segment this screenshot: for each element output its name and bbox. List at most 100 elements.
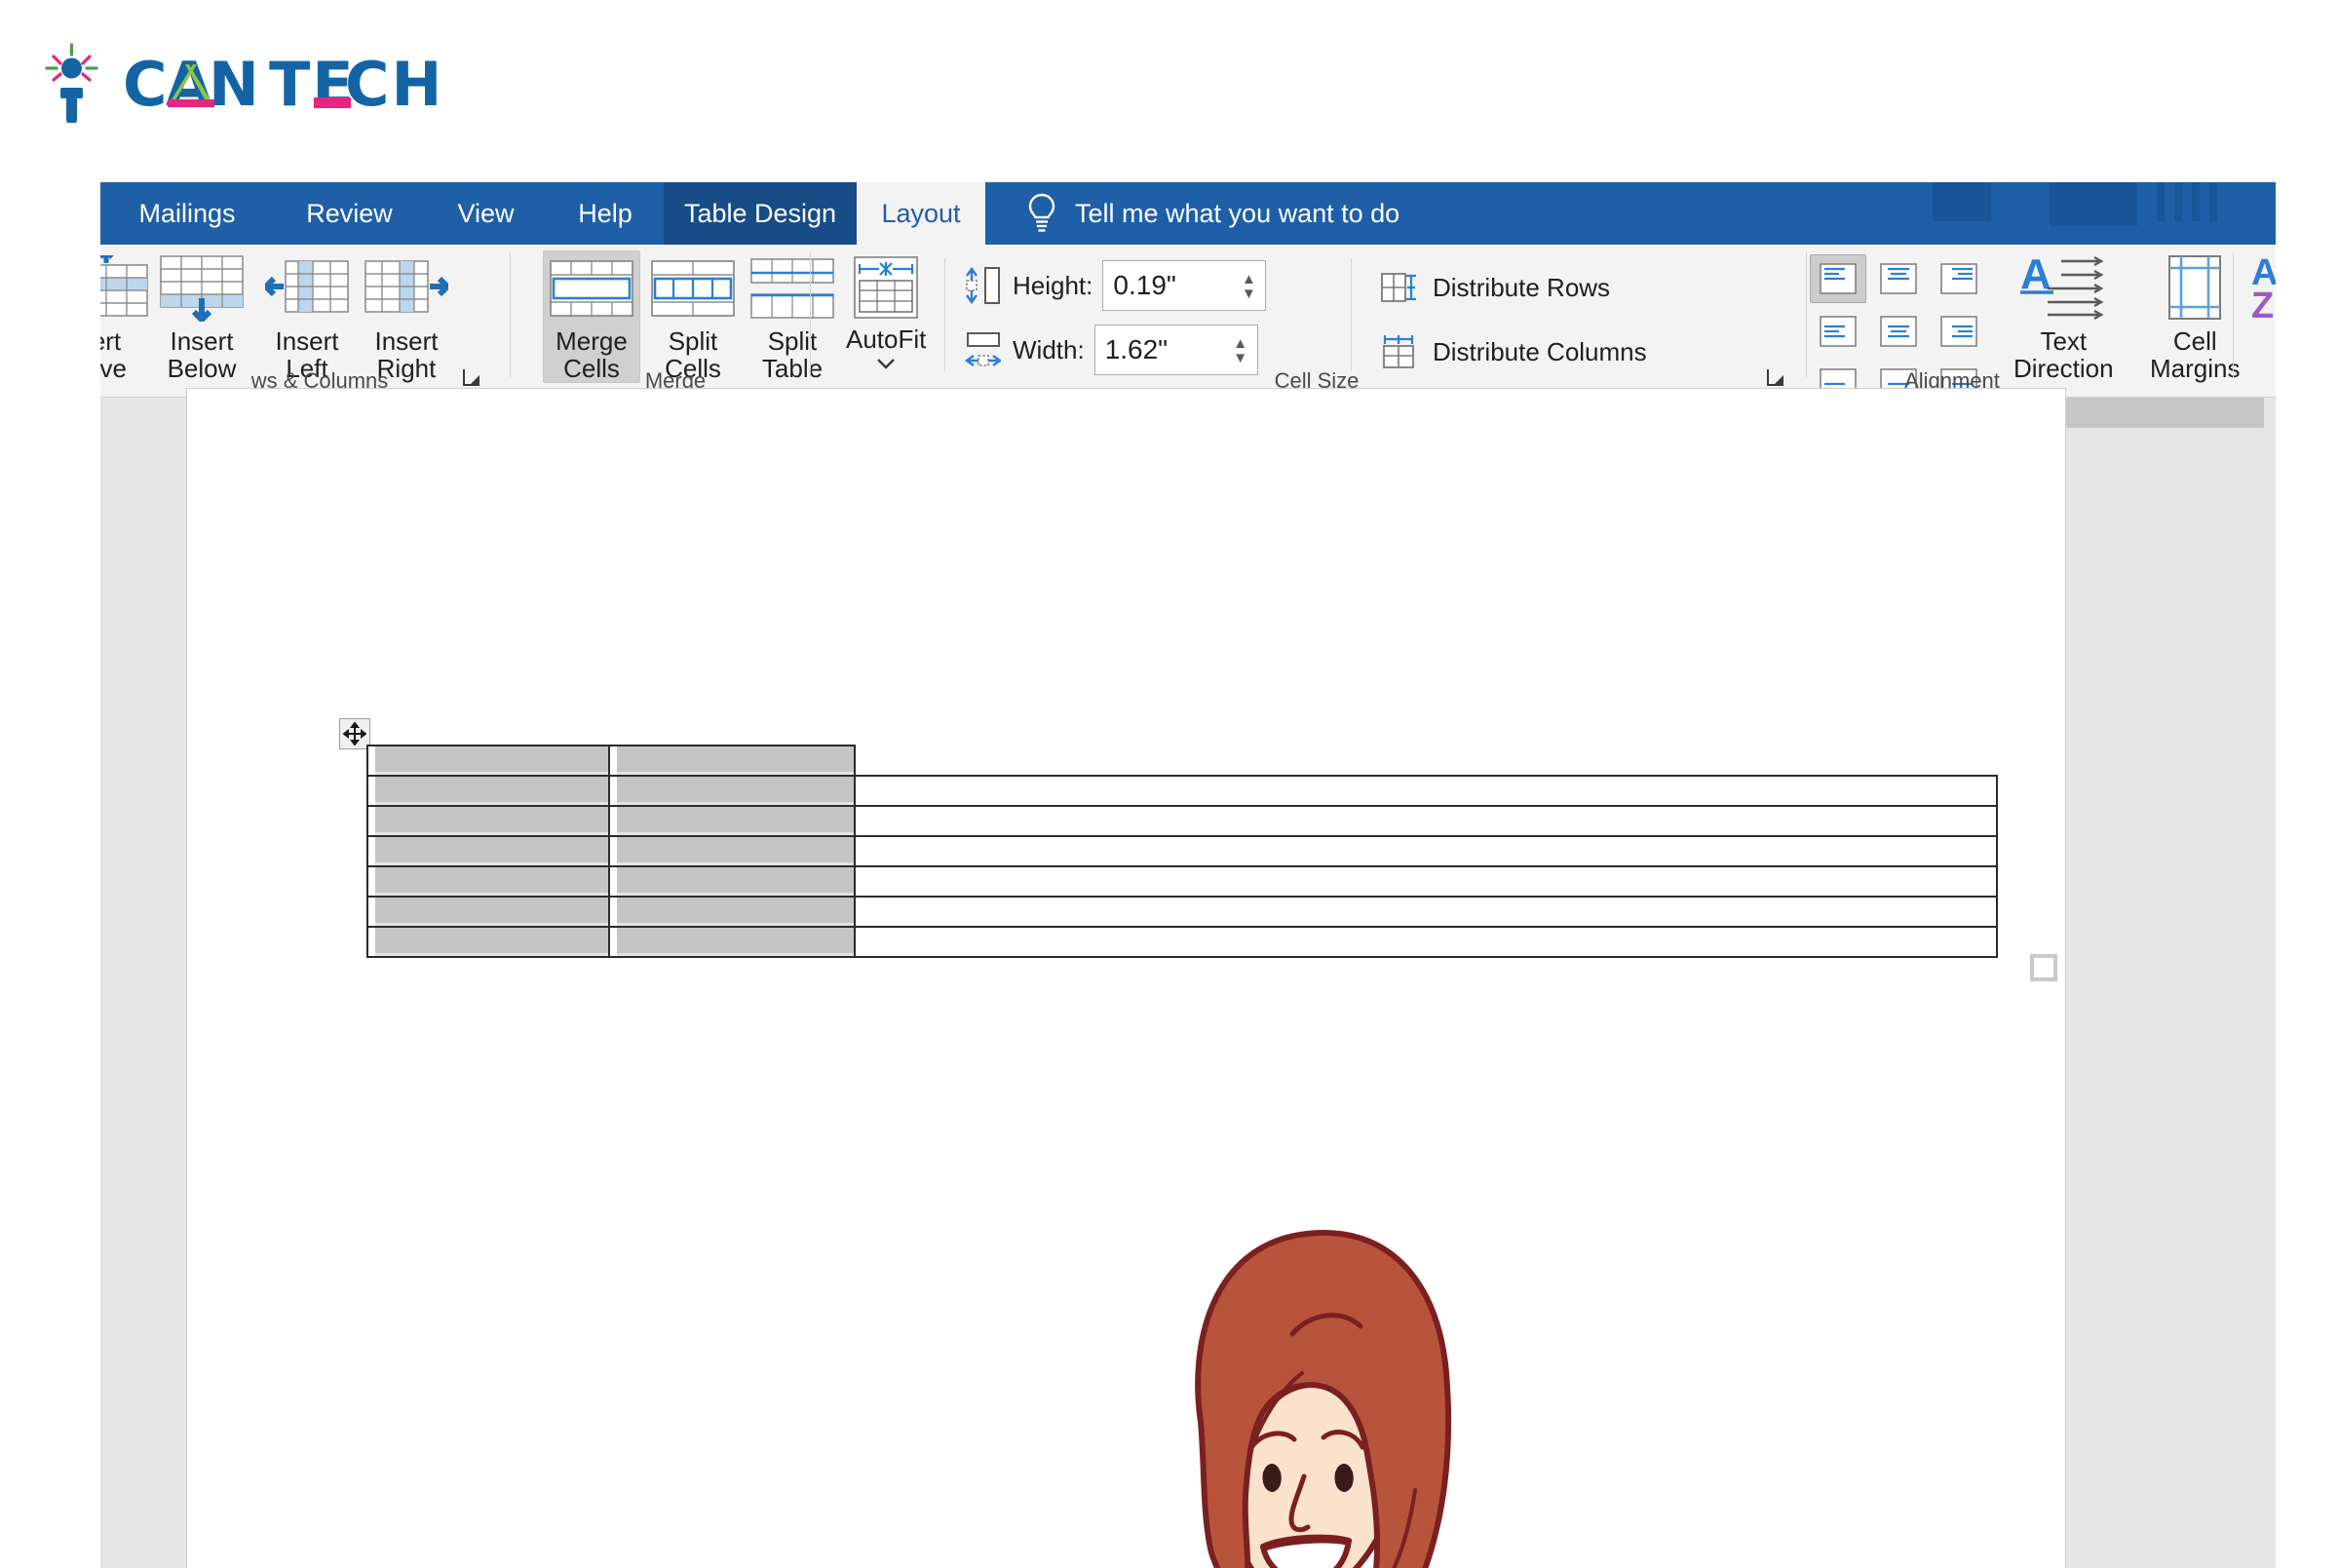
- cell-margins-button[interactable]: Cell Margins: [2143, 249, 2246, 383]
- table-cell[interactable]: [366, 896, 610, 928]
- ribbon-group-rows-columns: ert ove Insert Below: [100, 245, 539, 398]
- align-center-button[interactable]: [1870, 307, 1927, 356]
- table-cell[interactable]: [608, 745, 856, 777]
- ribbon-group-alignment: A Text Direction Cell Margins Alignment: [1806, 245, 2274, 400]
- row-height-spin-arrows[interactable]: ▲ ▼: [1236, 261, 1261, 312]
- table-cell[interactable]: [366, 865, 610, 898]
- table-cell[interactable]: [366, 775, 610, 807]
- split-cells-button[interactable]: Split Cells: [644, 250, 742, 383]
- group-separator: [1351, 258, 1352, 371]
- align-center-left-button[interactable]: [1810, 307, 1866, 356]
- table-cell[interactable]: [608, 775, 856, 807]
- table-resize-handle[interactable]: [2030, 954, 2057, 981]
- insert-below-button[interactable]: Insert Below: [153, 250, 250, 383]
- ribbon: ert ove Insert Below: [100, 245, 2276, 400]
- table-cell-empty: [855, 746, 1997, 776]
- table-cell[interactable]: [608, 865, 856, 898]
- distribute-columns-label: Distribute Columns: [1433, 336, 1647, 366]
- autofit-button[interactable]: AutoFit: [839, 250, 933, 373]
- insert-left-button[interactable]: Insert Left: [258, 250, 356, 383]
- table-row[interactable]: [366, 835, 1998, 867]
- tab-review[interactable]: Review: [274, 182, 425, 245]
- document-page[interactable]: [186, 388, 2066, 1568]
- cell-size-dialog-launcher[interactable]: [1765, 366, 1788, 390]
- tell-me-label: Tell me what you want to do: [1075, 198, 1400, 228]
- table-cell[interactable]: [608, 835, 856, 867]
- table-row[interactable]: [366, 926, 1998, 958]
- table-row[interactable]: [366, 865, 1998, 898]
- insert-right-button[interactable]: Insert Right: [358, 250, 455, 383]
- spin-down-icon[interactable]: ▼: [1233, 351, 1247, 365]
- tab-view[interactable]: View: [425, 182, 547, 245]
- cell-margins-label: Cell Margins: [2150, 326, 2241, 384]
- text-direction-button[interactable]: A Text Direction: [2007, 249, 2121, 383]
- table-cell[interactable]: [608, 926, 856, 958]
- row-height-field[interactable]: Height: ▲ ▼: [964, 260, 1267, 312]
- spin-down-icon[interactable]: ▼: [1242, 287, 1256, 301]
- row-height-label: Height:: [1013, 270, 1093, 300]
- tell-me-box[interactable]: Tell me what you want to do: [1026, 182, 1400, 245]
- table-row[interactable]: [366, 805, 1998, 837]
- align-center-left-icon: [1820, 316, 1857, 347]
- insert-above-button[interactable]: ert ove: [100, 250, 155, 383]
- ribbon-group-data: A Z Sor: [2244, 245, 2276, 398]
- split-cells-icon: [651, 260, 735, 317]
- woman-pointing-illustration: [1195, 1230, 1452, 1568]
- table-cell[interactable]: [854, 865, 1998, 898]
- align-top-right-icon: [1940, 263, 1977, 294]
- brand-logo: C A N TE CH: [45, 37, 454, 130]
- table-cell[interactable]: [854, 896, 1998, 928]
- sort-az-icon: A Z: [2251, 253, 2276, 322]
- column-width-input[interactable]: [1094, 326, 1210, 373]
- table-cell[interactable]: [854, 775, 1998, 807]
- tab-table-design[interactable]: Table Design: [664, 182, 857, 245]
- row-height-input[interactable]: [1103, 262, 1219, 309]
- insert-row-below-icon: [160, 255, 244, 322]
- svg-text:TE: TE: [269, 51, 356, 119]
- word-application-window: Mailings Review View Help Table Design L…: [100, 182, 2276, 1568]
- table-cell[interactable]: [854, 835, 1998, 867]
- table-cell[interactable]: [854, 805, 1998, 837]
- cell-margins-icon: [2168, 255, 2222, 320]
- tab-help[interactable]: Help: [547, 182, 664, 245]
- table-cell[interactable]: [366, 745, 610, 777]
- table-row[interactable]: [366, 775, 1998, 807]
- align-top-center-icon: [1880, 263, 1917, 294]
- person-lightbulb-icon: [45, 43, 98, 123]
- spin-up-icon[interactable]: ▲: [1233, 336, 1247, 351]
- table-row[interactable]: [366, 745, 1997, 777]
- brand-wordmark: C A N TE CH: [123, 51, 441, 119]
- table-cell[interactable]: [366, 926, 610, 958]
- table-cell[interactable]: [854, 926, 1998, 958]
- table-row[interactable]: [366, 896, 1998, 928]
- document-table[interactable]: [366, 745, 1998, 958]
- distribute-rows-icon: [1381, 273, 1416, 302]
- table-cell[interactable]: [608, 896, 856, 928]
- row-height-icon: [966, 266, 1000, 305]
- align-top-center-button[interactable]: [1870, 254, 1927, 303]
- table-cell[interactable]: [608, 805, 856, 837]
- align-top-left-button[interactable]: [1810, 254, 1866, 303]
- table-cell[interactable]: [366, 805, 610, 837]
- tab-layout[interactable]: Layout: [857, 182, 985, 245]
- lightbulb-icon: [1028, 193, 1055, 232]
- insert-row-above-icon: [100, 255, 148, 317]
- table-cell[interactable]: [366, 835, 610, 867]
- align-top-right-button[interactable]: [1931, 254, 1987, 303]
- svg-text:Z: Z: [2251, 286, 2274, 322]
- sort-button[interactable]: A Z Sor: [2244, 249, 2276, 356]
- titlebar-decoration: [2157, 182, 2165, 221]
- tab-mailings[interactable]: Mailings: [100, 182, 274, 245]
- merge-cells-button[interactable]: Merge Cells: [543, 250, 640, 384]
- rows-columns-dialog-launcher[interactable]: [461, 366, 484, 390]
- autofit-label: AutoFit: [846, 325, 927, 354]
- distribute-rows-button[interactable]: Distribute Rows: [1373, 264, 1617, 311]
- titlebar-decoration: [1933, 182, 1991, 221]
- spin-up-icon[interactable]: ▲: [1242, 272, 1256, 287]
- align-center-right-button[interactable]: [1931, 307, 1987, 356]
- row-height-spinner[interactable]: ▲ ▼: [1102, 260, 1267, 312]
- group-separator: [510, 252, 511, 377]
- align-top-left-icon: [1820, 263, 1857, 294]
- ribbon-tab-bar: Mailings Review View Help Table Design L…: [100, 182, 2276, 245]
- group-separator: [2233, 252, 2234, 377]
